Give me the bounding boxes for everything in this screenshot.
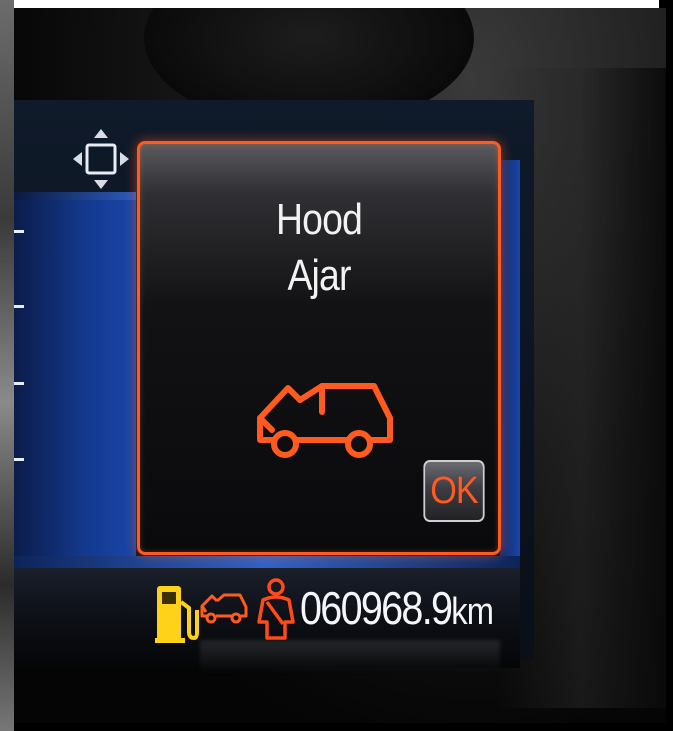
four-way-navigation-icon[interactable] (70, 125, 132, 193)
gauge-bottom-band (14, 556, 520, 568)
hood-open-icon (257, 383, 393, 458)
gauge-tick (14, 305, 24, 308)
gauge-tick (14, 458, 24, 461)
gauge-tick (14, 230, 24, 233)
odometer-readout: 060968.9km (300, 580, 494, 640)
odometer-value: 060968.9 (300, 582, 453, 634)
status-bar-reflection (200, 640, 500, 674)
warning-message: Hood Ajar (167, 192, 471, 304)
warning-line-2: Ajar (287, 251, 351, 300)
odometer-unit: km (451, 591, 494, 633)
warning-line-1: Hood (275, 195, 363, 244)
gauge-top-band (14, 192, 136, 200)
fuel-pump-icon (155, 586, 199, 643)
right-gauge-arc (500, 160, 520, 560)
ok-button[interactable]: OK (423, 460, 485, 522)
photo-left-edge (0, 0, 14, 731)
gauge-tick (14, 382, 24, 385)
photo-top-edge (14, 0, 660, 8)
left-gauge-arc (14, 200, 136, 560)
hood-ajar-indicator-icon (200, 593, 248, 624)
hood-ajar-warning-panel: Hood Ajar OK (137, 141, 501, 555)
seatbelt-warning-icon (257, 578, 295, 640)
